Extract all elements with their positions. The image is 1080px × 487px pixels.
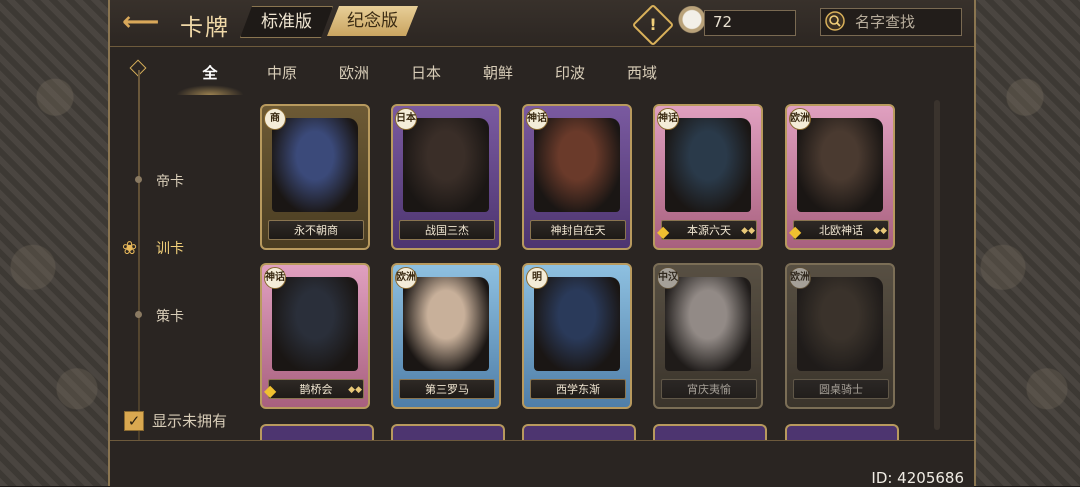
show-unowned-label: 显示未拥有 xyxy=(152,412,228,430)
region-tab-western-regions[interactable]: 西域 xyxy=(606,62,678,83)
region-tabs: 全 中原 欧洲 日本 朝鲜 印波 西域 xyxy=(174,62,678,95)
card-portrait xyxy=(403,118,489,212)
card-item[interactable]: 商永不朝商 xyxy=(260,104,370,250)
card-name: 神封自在天 xyxy=(550,224,606,237)
page-title: 卡牌 xyxy=(180,15,230,41)
card-portrait xyxy=(797,277,883,371)
card-name: 战国三杰 xyxy=(425,224,469,237)
region-tab-central-plains[interactable]: 中原 xyxy=(246,62,318,83)
region-tab-india-persia[interactable]: 印波 xyxy=(534,62,606,83)
card-region-badge: 欧洲 xyxy=(395,267,417,289)
star-rank-icon: ◆◆ xyxy=(741,226,755,236)
sidebar-item-emperor[interactable]: 帝卡 xyxy=(156,171,184,191)
card-name-bar: 西学东渐 xyxy=(530,379,626,399)
sidebar-dot xyxy=(135,176,142,183)
sidebar-dot xyxy=(135,311,142,318)
card-name: 宵庆夷愉 xyxy=(687,383,731,396)
star-rank-icon: ◆◆ xyxy=(873,226,887,236)
region-tab-all[interactable]: 全 xyxy=(174,62,246,95)
card-region-badge: 明 xyxy=(526,267,548,289)
card-name-bar: 第三罗马 xyxy=(399,379,495,399)
search-box[interactable] xyxy=(820,8,962,36)
scrollbar[interactable] xyxy=(934,100,940,430)
fox-emblem-icon: ◆ xyxy=(789,222,802,241)
card-name-bar: 宵庆夷愉 xyxy=(661,379,757,399)
card-name: 西学东渐 xyxy=(556,383,600,396)
card-item[interactable]: 神话神封自在天 xyxy=(522,104,632,250)
card-portrait xyxy=(272,118,358,212)
warning-icon[interactable]: ! xyxy=(631,3,675,47)
arrow-left-icon[interactable]: ⟵ xyxy=(122,8,168,36)
card-item[interactable]: 明西学东渐 xyxy=(522,263,632,409)
region-tab-europe[interactable]: 欧洲 xyxy=(318,62,390,83)
card-portrait xyxy=(665,118,751,212)
lotus-icon: ❀ xyxy=(122,238,138,259)
fox-emblem-icon: ◆ xyxy=(657,222,670,241)
card-portrait xyxy=(797,118,883,212)
card-region-badge: 神话 xyxy=(264,267,286,289)
card-name: 第三罗马 xyxy=(425,383,469,396)
card-item[interactable]: 日本战国三杰 xyxy=(391,104,501,250)
card-portrait xyxy=(534,118,620,212)
card-item[interactable]: 欧洲第三罗马 xyxy=(391,263,501,409)
star-rank-icon: ◆◆ xyxy=(348,385,362,395)
tab-memorial[interactable]: 纪念版 xyxy=(327,6,418,36)
currency-icon xyxy=(678,6,706,36)
card-item[interactable]: 神话 鹊桥会 ◆ ◆◆ xyxy=(260,263,370,409)
card-region-badge: 日本 xyxy=(395,108,417,130)
card-item[interactable]: 神话 本源六天 ◆ ◆◆ xyxy=(653,104,763,250)
card-region-badge: 欧洲 xyxy=(789,267,811,289)
bottom-strip: ID: 4205686 xyxy=(110,440,974,487)
card-name-bar: 战国三杰 xyxy=(399,220,495,240)
card-region-badge: 中汉 xyxy=(657,267,679,289)
show-unowned-checkbox[interactable]: ✓ xyxy=(124,410,144,431)
card-item[interactable]: 欧洲 北欧神话 ◆ ◆◆ xyxy=(785,104,895,250)
card-name-bar: 神封自在天 xyxy=(530,220,626,240)
version-tabs: 标准版 纪念版 xyxy=(240,6,418,38)
card-region-badge: 商 xyxy=(264,108,286,130)
top-bar: ⟵ 卡牌 标准版 纪念版 ! 72 xyxy=(110,0,974,47)
card-item[interactable]: 中汉宵庆夷愉 xyxy=(653,263,763,409)
show-unowned-toggle[interactable]: ✓ 显示未拥有 xyxy=(124,410,227,431)
left-ornate-panel xyxy=(0,0,113,486)
card-region-badge: 神话 xyxy=(526,108,548,130)
card-collection-window: ⟵ 卡牌 标准版 纪念版 ! 72 全 中原 欧洲 日本 朝鲜 印波 西域 帝卡 xyxy=(108,0,976,487)
card-item[interactable]: 欧洲圆桌骑士 xyxy=(785,263,895,409)
tab-standard[interactable]: 标准版 xyxy=(240,6,333,38)
currency-value: 72 xyxy=(713,13,733,31)
card-name-bar: 永不朝商 xyxy=(268,220,364,240)
region-tab-korea[interactable]: 朝鲜 xyxy=(462,62,534,83)
card-portrait xyxy=(272,277,358,371)
sidebar-line xyxy=(138,70,140,440)
fox-emblem-icon: ◆ xyxy=(264,381,277,400)
player-id: ID: 4205686 xyxy=(871,469,964,487)
search-input[interactable] xyxy=(853,11,961,33)
region-tab-japan[interactable]: 日本 xyxy=(390,62,462,83)
card-name-bar: 圆桌骑士 xyxy=(793,379,889,399)
card-name: 圆桌骑士 xyxy=(819,383,863,396)
card-name: 永不朝商 xyxy=(294,224,338,237)
currency-box: 72 xyxy=(704,10,796,36)
card-portrait xyxy=(665,277,751,371)
card-portrait xyxy=(403,277,489,371)
sidebar-item-training[interactable]: 训卡 xyxy=(156,238,184,258)
card-region-badge: 欧洲 xyxy=(789,108,811,130)
card-region-badge: 神话 xyxy=(657,108,679,130)
sidebar-item-strategy[interactable]: 策卡 xyxy=(156,306,184,326)
right-ornate-panel xyxy=(967,0,1080,486)
search-icon[interactable] xyxy=(825,11,845,31)
card-portrait xyxy=(534,277,620,371)
